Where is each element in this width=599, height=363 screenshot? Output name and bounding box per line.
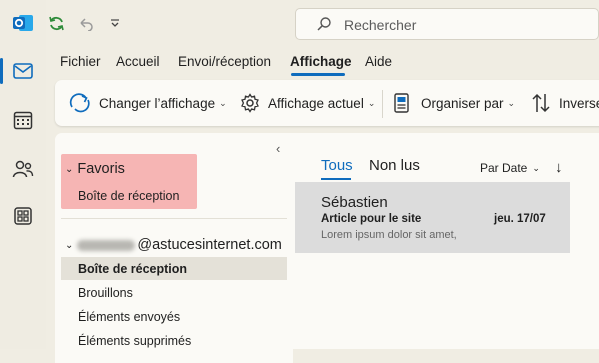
change-view-label: Changer l’affichage [99,95,216,111]
sort-by-dropdown[interactable]: Par Date ⌄ [480,161,540,175]
reverse-label: Inverse [559,95,599,111]
change-view-icon [69,93,90,113]
favorites-item-inbox[interactable]: Boîte de réception [78,189,179,203]
folder-item-deleted[interactable]: Éléments supprimés [78,334,191,348]
menu-aide[interactable]: Aide [365,54,392,69]
chevron-down-icon: ⌄ [532,162,540,173]
current-view-label: Affichage actuel [268,95,364,111]
favorites-header[interactable]: ⌄ Favoris [65,161,125,177]
chevron-down-icon: ⌄ [65,239,74,251]
menu-active-indicator [291,73,345,76]
message-date: jeu. 17/07 [494,213,546,225]
menu-fichier[interactable]: Fichier [60,54,101,69]
account-name-redacted [77,239,136,251]
message-list: Tous Non lus Par Date ⌄ ↓ Sébastien Arti… [293,133,599,349]
calendar-icon[interactable] [9,106,37,134]
account-email: @astucesinternet.com [137,237,282,253]
favorites-label: Favoris [77,161,125,177]
sort-direction-arrow-icon[interactable]: ↓ [555,159,563,176]
arrange-icon [394,93,409,113]
change-view-button[interactable]: Changer l’affichage ⌄ [69,80,227,126]
chevron-down-icon: ⌄ [219,97,227,108]
collapse-pane-chevron-icon[interactable]: ‹ [276,141,280,156]
divider [61,218,287,219]
folder-pane: ‹ ⌄ Favoris Boîte de réception ⌄ @astuce… [55,133,293,363]
apps-icon[interactable] [9,202,37,230]
arrange-by-label: Organiser par [421,95,504,111]
ribbon-separator [382,90,383,118]
account-header[interactable]: ⌄ @astucesinternet.com [65,237,282,253]
search-placeholder: Rechercher [344,17,417,33]
search-input[interactable]: Rechercher [295,8,599,40]
menu-envoi-reception[interactable]: Envoi/réception [178,54,271,69]
sync-icon[interactable] [47,14,65,32]
message-subject: Article pour le site [321,213,422,225]
message-sender: Sébastien [321,194,388,211]
message-item[interactable]: Sébastien Article pour le site jeu. 17/0… [295,182,570,253]
folder-item-drafts[interactable]: Brouillons [78,286,133,300]
people-icon[interactable] [9,155,37,183]
chevron-down-icon: ⌄ [507,97,516,108]
undo-icon[interactable] [77,14,95,32]
outlook-logo [12,12,34,34]
tab-active-indicator [321,178,351,180]
chevron-down-icon: ⌄ [65,163,74,175]
rail-active-indicator [0,58,3,84]
search-icon [317,17,331,31]
menu-affichage[interactable]: Affichage [290,54,352,69]
app-rail [0,0,46,349]
folder-item-inbox[interactable]: Boîte de réception [78,262,187,276]
menu-accueil[interactable]: Accueil [116,54,160,69]
current-view-button[interactable]: Affichage actuel ⌄ [240,80,375,126]
tab-all[interactable]: Tous [321,157,353,174]
customize-chevron-icon[interactable] [106,14,124,32]
arrange-by-button[interactable]: Organiser par ⌄ [393,80,515,126]
chevron-down-icon: ⌄ [367,97,376,108]
reverse-sort-button[interactable]: Inverse [531,80,599,126]
message-preview: Lorem ipsum dolor sit amet, [321,229,457,241]
gear-icon [241,93,259,113]
sort-label: Par Date [480,161,528,175]
mail-icon[interactable] [9,57,37,85]
folder-item-sent[interactable]: Éléments envoyés [78,310,180,324]
tab-unread[interactable]: Non lus [369,157,420,174]
sort-arrows-icon [532,93,550,113]
ribbon: Changer l’affichage ⌄ Affichage actuel ⌄… [55,80,599,126]
